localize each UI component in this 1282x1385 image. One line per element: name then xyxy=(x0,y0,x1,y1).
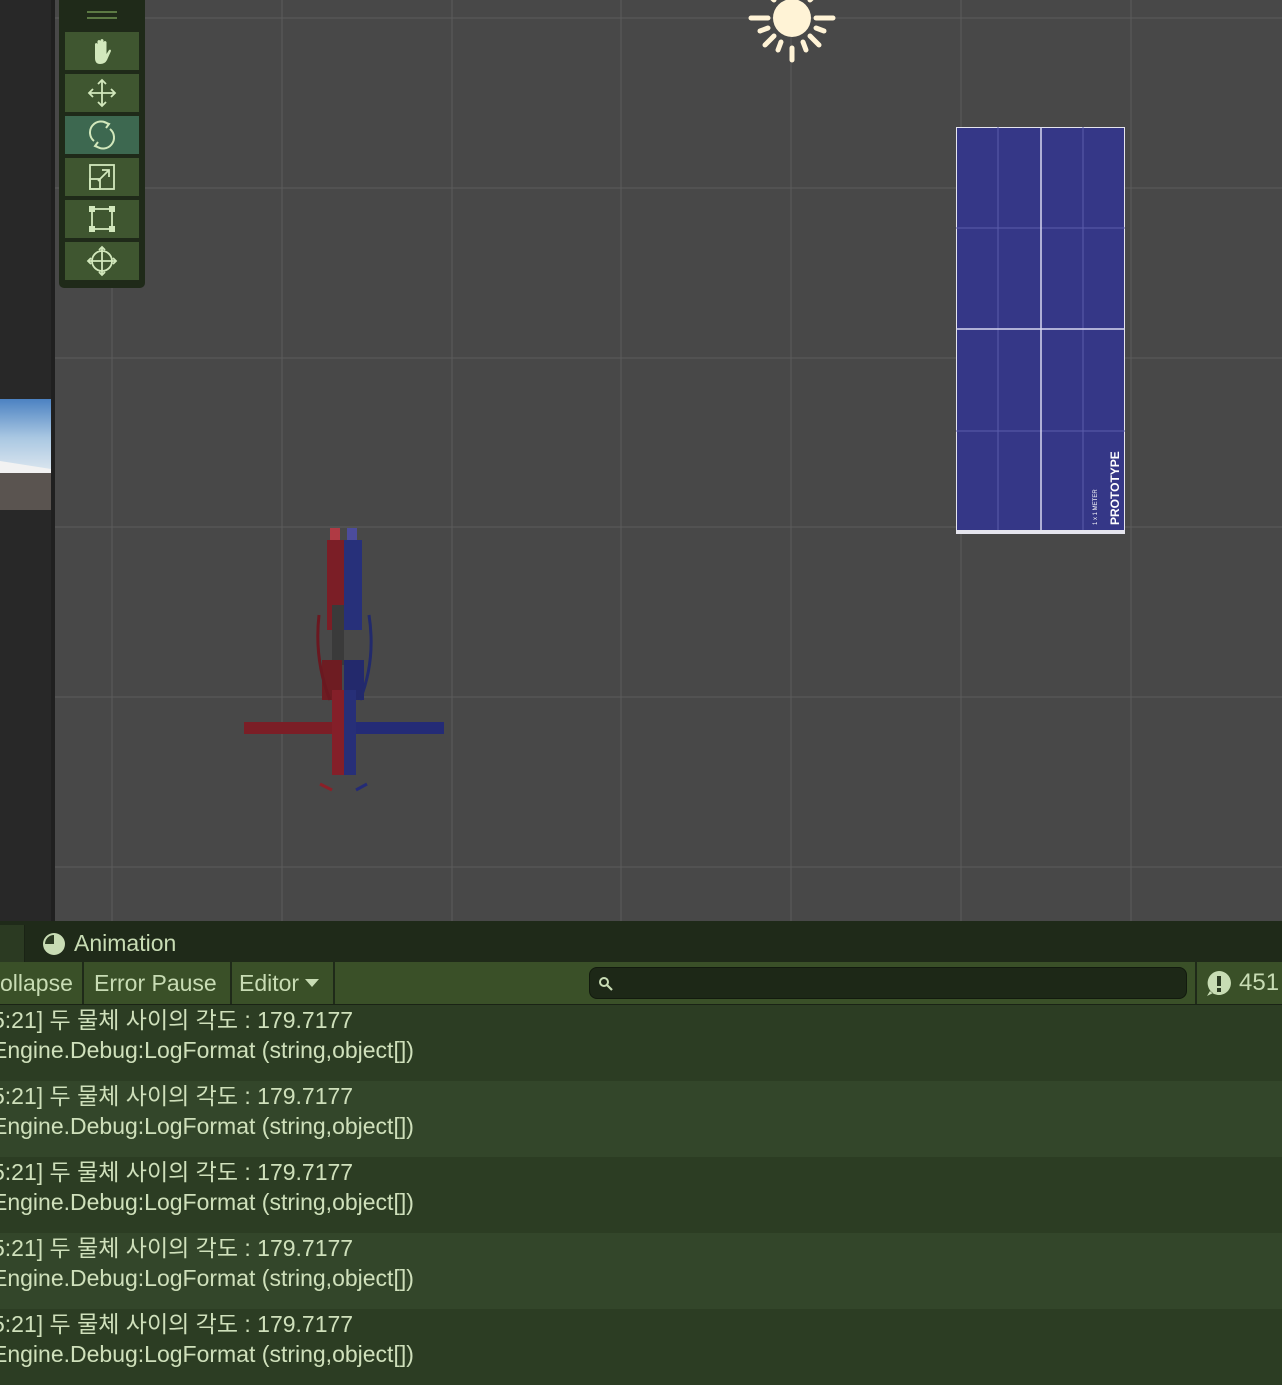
log-message: 5:21] 두 물체 사이의 각도 : 179.7177 xyxy=(0,1311,354,1337)
log-message: 5:21] 두 물체 사이의 각도 : 179.7177 xyxy=(0,1235,354,1261)
rect-tool-button[interactable] xyxy=(65,200,139,238)
console-search-input[interactable] xyxy=(589,967,1187,999)
message-count: 451 xyxy=(1239,969,1280,996)
clock-icon xyxy=(43,932,65,955)
scene-tools-palette xyxy=(59,0,145,288)
search-icon xyxy=(599,977,613,991)
camera-preview-thumbnail xyxy=(0,399,51,510)
rotate-tool-button[interactable] xyxy=(65,116,139,154)
rotate-icon xyxy=(89,120,115,150)
editor-dropdown[interactable]: Editor xyxy=(232,962,335,1004)
log-stacktrace: Engine.Debug:LogFormat (string,object[]) xyxy=(0,1265,414,1291)
rect-transform-icon xyxy=(89,206,115,232)
directional-light-icon[interactable] xyxy=(743,0,841,70)
collapse-button[interactable]: ollapse xyxy=(0,962,84,1004)
scale-icon xyxy=(89,164,115,190)
character-model[interactable] xyxy=(236,520,452,806)
log-stacktrace: Engine.Debug:LogFormat (string,object[]) xyxy=(0,1037,414,1063)
plane-prototype-label: PROTOTYPE xyxy=(1108,451,1122,525)
transform-icon xyxy=(86,245,118,277)
console-toolbar: ollapse Error Pause Editor 451 xyxy=(0,962,1282,1005)
log-stacktrace: Engine.Debug:LogFormat (string,object[]) xyxy=(0,1341,414,1367)
scale-tool-button[interactable] xyxy=(65,158,139,196)
log-message: 5:21] 두 물체 사이의 각도 : 179.7177 xyxy=(0,1083,354,1109)
log-entry[interactable]: 5:21] 두 물체 사이의 각도 : 179.7177 Engine.Debu… xyxy=(0,1309,1282,1385)
hand-tool-button[interactable] xyxy=(65,32,139,70)
prototype-plane[interactable]: PROTOTYPE 1 x 1 METER xyxy=(955,126,1126,535)
log-stacktrace: Engine.Debug:LogFormat (string,object[]) xyxy=(0,1113,414,1139)
tab-animation-label: Animation xyxy=(74,930,177,956)
move-tool-button[interactable] xyxy=(65,74,139,112)
editor-dropdown-label: Editor xyxy=(239,969,300,996)
console-tab-bar: Animation xyxy=(0,921,1282,962)
chevron-down-icon xyxy=(305,979,320,987)
log-message: 5:21] 두 물체 사이의 각도 : 179.7177 xyxy=(0,1007,354,1033)
log-entry[interactable]: 5:21] 두 물체 사이의 각도 : 179.7177 Engine.Debu… xyxy=(0,1233,1282,1309)
log-entry[interactable]: 5:21] 두 물체 사이의 각도 : 179.7177 Engine.Debu… xyxy=(0,1081,1282,1157)
tab-console[interactable] xyxy=(0,925,25,962)
error-pause-button[interactable]: Error Pause xyxy=(84,962,232,1004)
hand-icon xyxy=(95,39,111,64)
console-log-list: 5:21] 두 물체 사이의 각도 : 179.7177 Engine.Debu… xyxy=(0,1005,1282,1385)
move-icon xyxy=(87,78,117,108)
message-count-toggle[interactable]: 451 xyxy=(1195,962,1282,1004)
log-message: 5:21] 두 물체 사이의 각도 : 179.7177 xyxy=(0,1159,354,1185)
transform-tool-button[interactable] xyxy=(65,242,139,280)
tab-animation[interactable]: Animation xyxy=(28,925,186,962)
log-stacktrace: Engine.Debug:LogFormat (string,object[]) xyxy=(0,1189,414,1215)
plane-size-label: 1 x 1 METER xyxy=(1093,489,1099,525)
collapse-label: ollapse xyxy=(0,969,73,996)
console-panel: Animation ollapse Error Pause Editor 451… xyxy=(0,921,1282,1385)
drag-handle-icon[interactable] xyxy=(87,10,117,20)
log-entry[interactable]: 5:21] 두 물체 사이의 각도 : 179.7177 Engine.Debu… xyxy=(0,1157,1282,1233)
error-pause-label: Error Pause xyxy=(94,969,217,996)
info-message-icon xyxy=(1207,971,1231,996)
log-entry[interactable]: 5:21] 두 물체 사이의 각도 : 179.7177 Engine.Debu… xyxy=(0,1005,1282,1081)
